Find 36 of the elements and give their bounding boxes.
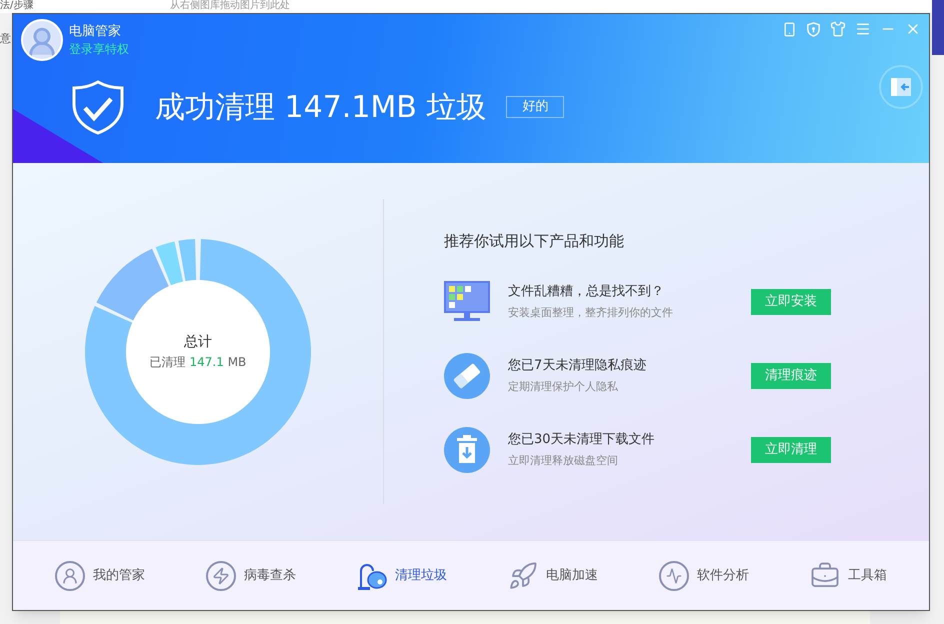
nav-tab[interactable]: 电脑加速 [506, 560, 600, 590]
lightning-icon [206, 560, 236, 590]
recommend-heading: 您已30天未清理下载文件 [508, 430, 656, 449]
recommend-description: 立即清理释放磁盘空间 [508, 453, 619, 470]
shield-check-icon [71, 79, 125, 135]
shirt-icon[interactable] [830, 21, 846, 37]
shield-icon[interactable] [806, 22, 821, 36]
rocket-icon [508, 560, 538, 590]
phone-icon[interactable] [782, 22, 797, 36]
total-label: 总计 [184, 333, 212, 352]
recommend-title: 推荐你试用以下产品和功能 [444, 231, 625, 252]
recommend-description: 安装桌面整理，整齐排列你的文件 [508, 305, 674, 322]
avatar[interactable] [21, 19, 63, 61]
nav-tab[interactable]: 工具箱 [808, 560, 889, 590]
recommend-heading: 文件乱糟糟，总是找不到？ [508, 282, 665, 301]
login-link[interactable]: 登录享特权 [69, 41, 129, 57]
eraser-icon [444, 352, 490, 399]
nav-tab[interactable]: 我的管家 [53, 560, 147, 590]
monitor-icon [444, 280, 490, 323]
exit-icon [891, 78, 911, 96]
image-thumbnail [932, 0, 944, 55]
exit-button[interactable] [879, 65, 923, 109]
recommend-heading: 您已7天未清理隐私痕迹 [508, 356, 648, 375]
trash-icon [444, 426, 490, 473]
recommend-description: 定期清理保护个人隐私 [508, 379, 619, 396]
cleaned-amount: 已清理 147.1 MB [150, 354, 246, 371]
result-headline: 成功清理 147.1MB 垃圾 [155, 88, 486, 126]
ok-button[interactable]: 好的 [506, 96, 564, 118]
nav-tab[interactable]: 软件分析 [657, 560, 751, 590]
person-icon [55, 560, 85, 590]
note-text: 意 [0, 31, 11, 47]
step-heading: 法/步骤 [0, 0, 34, 12]
menu-icon[interactable] [855, 21, 871, 37]
app-name: 电脑管家 [69, 23, 122, 41]
nav-tab[interactable]: 病毒查杀 [204, 560, 298, 590]
nav-tab[interactable]: 清理垃圾 [355, 560, 449, 590]
